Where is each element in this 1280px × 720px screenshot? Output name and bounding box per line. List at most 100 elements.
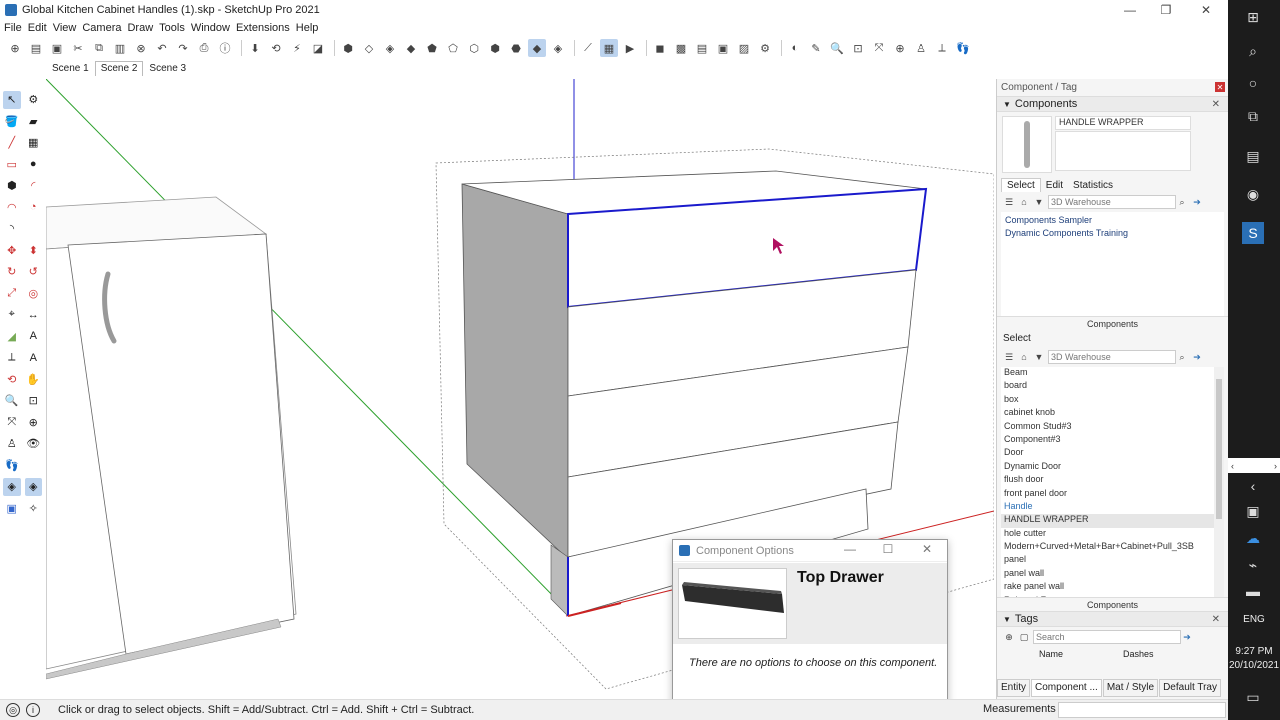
notifications-icon[interactable]: ▭: [1242, 686, 1264, 708]
details-arrow-icon[interactable]: ➔: [1191, 351, 1203, 363]
pan-icon[interactable]: ⚡: [288, 39, 306, 57]
pan-tool-icon[interactable]: ✋: [25, 370, 43, 388]
component-description-field[interactable]: [1055, 131, 1191, 171]
tags-col-dashes[interactable]: Dashes: [1123, 649, 1154, 659]
component-list-item[interactable]: flush door: [1001, 474, 1224, 487]
rotate-icon[interactable]: ↻: [3, 263, 21, 281]
component-list-item[interactable]: Handle: [1001, 501, 1224, 514]
app-obs-icon[interactable]: ◉: [1242, 183, 1264, 205]
position-camera-tool-icon[interactable]: ♙: [3, 435, 21, 453]
zoom-previous-icon[interactable]: ⊕: [891, 39, 909, 57]
dropdown-icon[interactable]: ▼: [1033, 351, 1045, 363]
view-options-icon[interactable]: ☰: [1003, 196, 1015, 208]
dropdown-icon[interactable]: ▼: [1033, 196, 1045, 208]
zoom-tool-icon[interactable]: 🔍: [3, 392, 21, 410]
clock-date[interactable]: 20/10/2021: [1228, 660, 1280, 671]
dialog-close-button[interactable]: ✕: [918, 542, 936, 556]
tab-statistics[interactable]: Statistics: [1068, 179, 1118, 192]
minimize-button[interactable]: —: [1110, 0, 1150, 20]
geo-location-icon[interactable]: ◎: [6, 703, 20, 717]
tab-entity[interactable]: Entity: [997, 679, 1031, 697]
details-arrow-icon[interactable]: ➔: [1191, 196, 1203, 208]
3d-text-icon[interactable]: A: [25, 349, 43, 367]
panel-close-icon[interactable]: ✕: [1212, 99, 1220, 110]
zoom-extents-tool-icon[interactable]: ⤧: [3, 413, 21, 431]
component-list-item[interactable]: hole cutter: [1001, 528, 1224, 541]
xray-icon[interactable]: ⬡: [465, 39, 483, 57]
close-button[interactable]: ✕: [1186, 0, 1226, 20]
tags-search-input[interactable]: Search: [1033, 630, 1181, 644]
circle-icon[interactable]: ●: [25, 155, 43, 173]
section-icon[interactable]: ◪: [309, 39, 327, 57]
tab-mat-style[interactable]: Mat / Style: [1102, 679, 1159, 697]
walk-icon[interactable]: ✎: [807, 39, 825, 57]
follow-me-icon[interactable]: ↺: [25, 263, 43, 281]
freehand-icon[interactable]: ▦: [25, 134, 43, 152]
search-icon[interactable]: ⌕: [1176, 196, 1188, 208]
measurements-input[interactable]: [1058, 702, 1226, 718]
component-list-item[interactable]: box: [1001, 394, 1224, 407]
new-icon[interactable]: ⊕: [6, 39, 24, 57]
offset-icon[interactable]: ◎: [25, 284, 43, 302]
clock-time[interactable]: 9:27 PM: [1228, 646, 1280, 657]
volume-icon[interactable]: ▬: [1242, 580, 1264, 602]
tab-select[interactable]: Select: [1001, 178, 1041, 192]
play-icon[interactable]: ▶: [621, 39, 639, 57]
tab-component[interactable]: Component ...: [1031, 679, 1102, 697]
rectangle-icon[interactable]: ▭: [3, 155, 21, 173]
tape-measure-icon[interactable]: ⌖: [3, 306, 21, 324]
section-cut-icon[interactable]: ▣: [3, 499, 21, 517]
section-fill-icon[interactable]: ✧: [25, 499, 43, 517]
home-icon[interactable]: ⌂: [1018, 196, 1030, 208]
push-pull-icon[interactable]: ⬍: [25, 241, 43, 259]
component-list-item[interactable]: Component#3: [1001, 434, 1224, 447]
footprints-icon[interactable]: 👣: [954, 39, 972, 57]
textured-icon[interactable]: ◈: [549, 39, 567, 57]
network-icon[interactable]: ⌁: [1242, 554, 1264, 576]
tape-icon[interactable]: ⟋: [579, 39, 597, 57]
walk-tool-icon[interactable]: 👣: [3, 456, 21, 474]
component-list-item[interactable]: front panel door: [1001, 488, 1224, 501]
back-icon[interactable]: ⬟: [423, 39, 441, 57]
scene-tab-1[interactable]: Scene 1: [46, 61, 95, 76]
chevron-up-icon[interactable]: ‹: [1242, 475, 1264, 497]
advanced-camera-icon[interactable]: ⚙: [756, 39, 774, 57]
polygon-icon[interactable]: ⬢: [3, 177, 21, 195]
add-tag-icon[interactable]: ⊕: [1003, 631, 1015, 643]
tags-col-name[interactable]: Name: [1039, 649, 1123, 659]
zoom-extents-icon[interactable]: ⤧: [870, 39, 888, 57]
collection-item[interactable]: Dynamic Components Training: [1005, 228, 1220, 241]
panel-close-icon[interactable]: ✕: [1212, 614, 1220, 625]
orbit-icon[interactable]: ⟲: [267, 39, 285, 57]
add-folder-icon[interactable]: ▢: [1018, 631, 1030, 643]
hidden-line-icon[interactable]: ⬣: [507, 39, 525, 57]
tab-default-tray[interactable]: Default Tray: [1159, 679, 1221, 697]
menu-help[interactable]: Help: [296, 22, 325, 34]
top-icon[interactable]: ◇: [360, 39, 378, 57]
component-list-item[interactable]: Modern+Curved+Metal+Bar+Cabinet+Pull_3SB: [1001, 541, 1224, 554]
instructor-info-icon[interactable]: i: [26, 703, 40, 717]
layout-icon[interactable]: ▤: [693, 39, 711, 57]
search-icon[interactable]: ⌕: [1242, 40, 1264, 62]
menu-file[interactable]: File: [4, 22, 28, 34]
scene-icon[interactable]: ▦: [600, 39, 618, 57]
protractor-icon[interactable]: ◢: [3, 327, 21, 345]
save-icon[interactable]: ▣: [48, 39, 66, 57]
details-arrow-icon[interactable]: ➔: [1181, 631, 1193, 643]
component-tool-icon[interactable]: ⚙: [25, 91, 43, 109]
right-icon[interactable]: ◆: [402, 39, 420, 57]
zoom-window-icon[interactable]: ⊡: [849, 39, 867, 57]
menu-window[interactable]: Window: [191, 22, 236, 34]
two-point-arc-icon[interactable]: ◠: [3, 198, 21, 216]
scale-icon[interactable]: ⤢: [3, 284, 21, 302]
pie-icon[interactable]: ◔: [25, 198, 43, 216]
menu-view[interactable]: View: [53, 22, 83, 34]
menu-edit[interactable]: Edit: [28, 22, 53, 34]
warehouse-search-input[interactable]: 3D Warehouse: [1048, 195, 1176, 209]
menu-extensions[interactable]: Extensions: [236, 22, 296, 34]
menu-camera[interactable]: Camera: [82, 22, 127, 34]
orbit-tool-icon[interactable]: ⟲: [3, 370, 21, 388]
component-list-item[interactable]: rake panel wall: [1001, 581, 1224, 594]
windows-start-icon[interactable]: ⊞: [1242, 6, 1264, 28]
scene-tab-2[interactable]: Scene 2: [94, 61, 144, 76]
